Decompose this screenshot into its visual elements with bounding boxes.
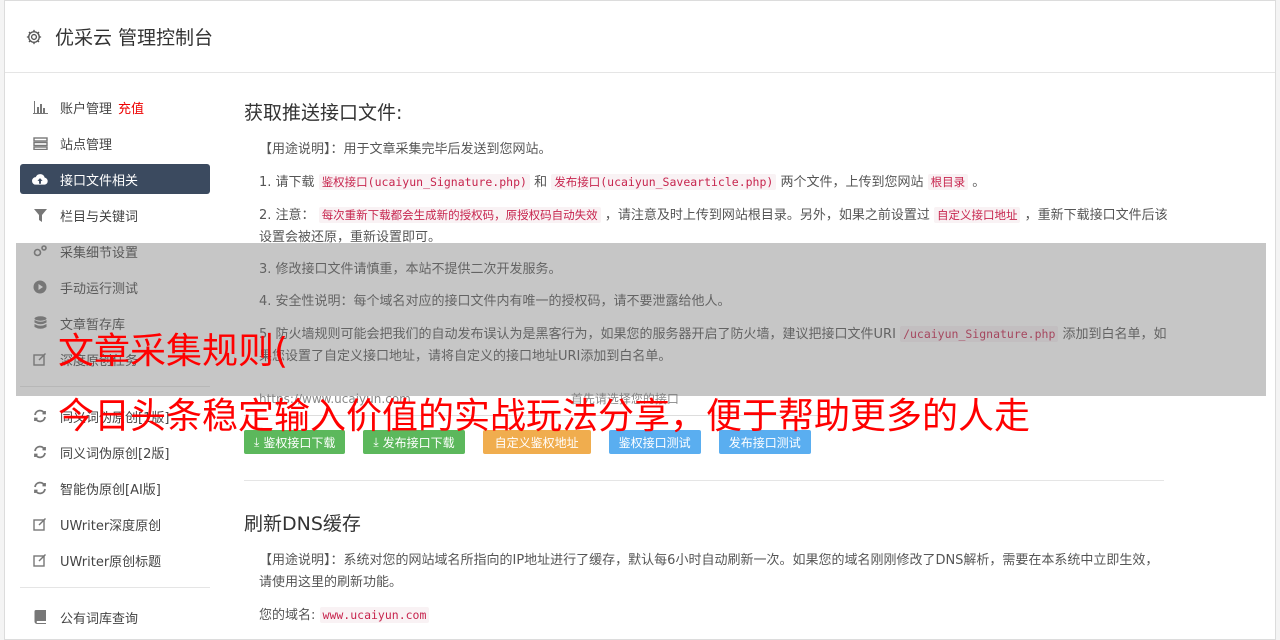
edit-icon — [32, 516, 48, 532]
section-divider — [244, 480, 1164, 481]
cloud-upload-icon — [32, 171, 48, 187]
server-icon — [32, 135, 48, 151]
book-icon — [32, 609, 48, 625]
sidebar-item-label: 栏目与关键词 — [60, 209, 139, 225]
root-dir-code: 根目录 — [927, 174, 969, 190]
domain-value: www.ucaiyun.com — [319, 607, 430, 623]
filter-icon — [32, 207, 48, 223]
dns-usage-note: 【用途说明】：系统对您的网站域名所指向的IP地址进行了缓存，默认每6小时自动刷新… — [259, 553, 1159, 590]
gear-icon — [25, 28, 43, 46]
bar-chart-icon — [32, 99, 48, 115]
sidebar-item-label: 站点管理 — [60, 137, 113, 153]
overlay-title-line1: 文章采集规则( — [58, 331, 289, 372]
sidebar-item-label: UWriter原创标题 — [60, 554, 162, 570]
auth-interface-code: 鉴权接口(ucaiyun_Signature.php) — [318, 174, 530, 190]
sidebar-item-label: 智能伪原创[AI版] — [60, 482, 161, 498]
domain-label: 您的域名: — [259, 608, 316, 623]
edit-icon — [32, 552, 48, 568]
sidebar-divider — [20, 587, 210, 588]
refresh-icon — [32, 480, 48, 496]
sidebar-item-public-lexicon[interactable]: 公有词库查询 — [20, 602, 210, 632]
sidebar-item-label: 公有词库查询 — [60, 611, 139, 627]
sidebar-item-interface-files[interactable]: 接口文件相关 — [20, 164, 210, 194]
app-title: 优采云 管理控制台 — [55, 27, 214, 49]
sidebar-item-uwriter-title[interactable]: UWriter原创标题 — [20, 545, 210, 575]
section-title-interface: 获取推送接口文件: — [244, 102, 403, 124]
refresh-icon — [32, 408, 48, 424]
warning-code: 每次重新下载都会生成新的授权码，原授权码自动失效 — [318, 207, 601, 223]
sidebar-item-label: 接口文件相关 — [60, 173, 139, 189]
refresh-icon — [32, 444, 48, 460]
domain-row: 您的域名: www.ucaiyun.com — [244, 604, 1168, 627]
custom-url-code: 自定义接口地址 — [933, 207, 1021, 223]
section-title-dns: 刷新DNS缓存 — [244, 513, 361, 535]
sidebar-item-uwriter-deep[interactable]: UWriter深度原创 — [20, 509, 210, 539]
sidebar-item-label: 同义词伪原创[2版] — [60, 446, 170, 462]
publish-interface-code: 发布接口(ucaiyun_Savearticle.php) — [551, 174, 777, 190]
recharge-link[interactable]: 充值 — [118, 98, 144, 117]
usage-note: 【用途说明】：用于文章采集完毕后发送到您网站。 — [259, 142, 552, 157]
sidebar-item-synonym-v2[interactable]: 同义词伪原创[2版] — [20, 437, 210, 467]
step-1: 1. 请下载 鉴权接口(ucaiyun_Signature.php) 和 发布接… — [259, 174, 986, 190]
sidebar-item-columns-keywords[interactable]: 栏目与关键词 — [20, 200, 210, 230]
sidebar-item-sites[interactable]: 站点管理 — [20, 128, 210, 158]
overlay-title-line2: 今日头条稳定输入价值的实战玩法分享，便于帮助更多的人走 — [58, 396, 1031, 437]
page-header: 优采云 管理控制台 — [5, 1, 1275, 73]
sidebar-item-account[interactable]: 账户管理 充值 — [20, 92, 210, 122]
sidebar-item-label: UWriter深度原创 — [60, 518, 162, 534]
sidebar-item-ai-original[interactable]: 智能伪原创[AI版] — [20, 473, 210, 503]
sidebar-item-label: 账户管理 — [60, 101, 113, 117]
